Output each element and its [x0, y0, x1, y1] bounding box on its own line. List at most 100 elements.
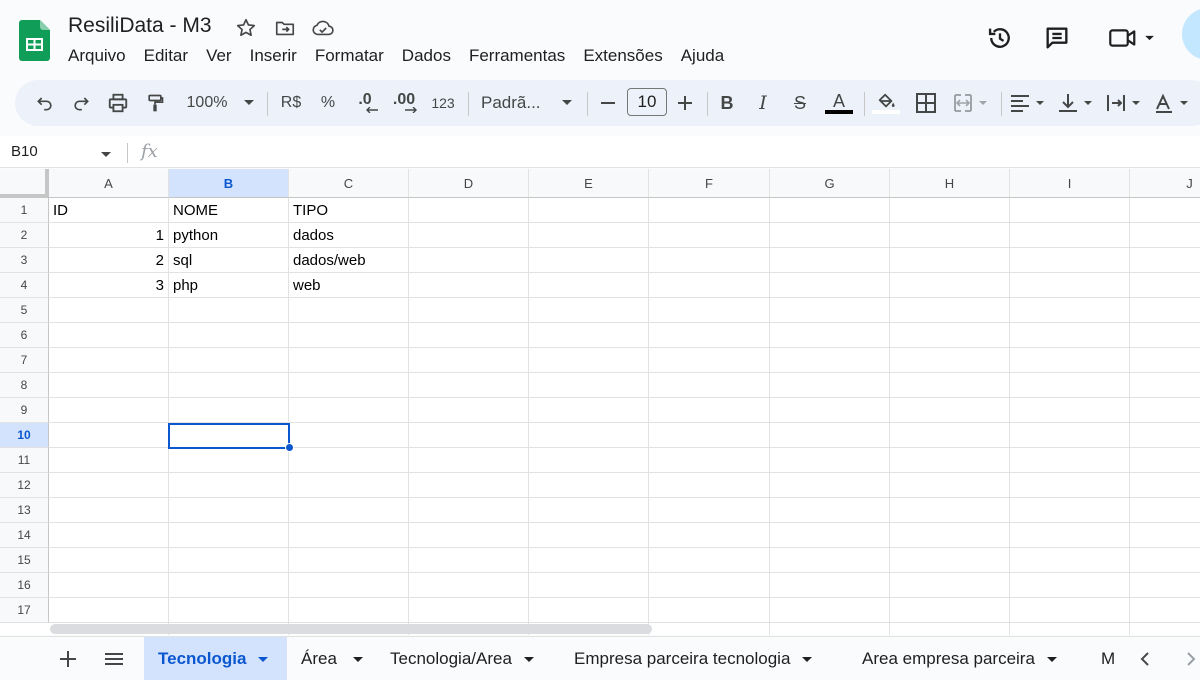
row-header-6[interactable]: 6: [0, 323, 49, 348]
font-size-input[interactable]: 10: [627, 88, 667, 116]
sheet-tab-tecnologia[interactable]: Tecnologia: [144, 637, 287, 680]
merge-cells-icon[interactable]: [951, 80, 995, 126]
menu-inserir[interactable]: Inserir: [250, 44, 306, 68]
row-header-3[interactable]: 3: [0, 248, 49, 273]
row-header-12[interactable]: 12: [0, 473, 49, 498]
fill-handle[interactable]: [285, 443, 294, 452]
row-header-7[interactable]: 7: [0, 348, 49, 373]
sheet-tab-m[interactable]: M: [1088, 637, 1118, 680]
percent-format-button[interactable]: %: [315, 80, 341, 126]
cell-a3[interactable]: 2: [49, 248, 168, 273]
row-header-16[interactable]: 16: [0, 573, 49, 598]
name-box-dropdown-icon[interactable]: [101, 145, 111, 163]
menu-formatar[interactable]: Formatar: [315, 44, 393, 68]
zoom-value[interactable]: 100%: [181, 80, 233, 126]
move-to-folder-icon[interactable]: [273, 16, 297, 40]
tab-menu-icon[interactable]: [523, 656, 534, 662]
tab-menu-icon[interactable]: [258, 656, 269, 662]
cell-c4[interactable]: web: [289, 273, 408, 298]
font-family-dropdown-icon[interactable]: [559, 80, 575, 126]
cell-c2[interactable]: dados: [289, 223, 408, 248]
vertical-align-icon[interactable]: [1057, 80, 1097, 126]
cell-b2[interactable]: python: [169, 223, 288, 248]
scroll-left-icon[interactable]: [1130, 637, 1160, 680]
bold-button[interactable]: B: [715, 80, 739, 126]
increase-font-size-icon[interactable]: [674, 80, 696, 126]
redo-icon[interactable]: [67, 80, 95, 126]
document-title[interactable]: ResiliData - M3: [68, 14, 212, 38]
cell-a2[interactable]: 1: [49, 223, 168, 248]
print-icon[interactable]: [104, 80, 132, 126]
column-header-a[interactable]: A: [49, 169, 169, 198]
menu-dados[interactable]: Dados: [402, 44, 460, 68]
font-family-select[interactable]: Padrã...: [481, 80, 545, 126]
row-header-14[interactable]: 14: [0, 523, 49, 548]
column-header-j[interactable]: J: [1130, 169, 1200, 198]
borders-icon[interactable]: [913, 80, 939, 126]
column-header-e[interactable]: E: [529, 169, 649, 198]
name-box[interactable]: B10: [11, 143, 38, 160]
cell-b4[interactable]: php: [169, 273, 288, 298]
version-history-icon[interactable]: [984, 22, 1016, 54]
row-header-5[interactable]: 5: [0, 298, 49, 323]
active-cell-selection[interactable]: [168, 423, 290, 449]
zoom-dropdown-icon[interactable]: [241, 80, 257, 126]
decrease-font-size-icon[interactable]: [597, 80, 619, 126]
undo-icon[interactable]: [31, 80, 59, 126]
row-header-10[interactable]: 10: [0, 423, 49, 448]
row-header-11[interactable]: 11: [0, 448, 49, 473]
row-header-13[interactable]: 13: [0, 498, 49, 523]
tab-menu-icon[interactable]: [1046, 656, 1057, 662]
column-header-d[interactable]: D: [409, 169, 529, 198]
number-format-button[interactable]: 123: [427, 80, 459, 126]
cell-a1[interactable]: ID: [49, 198, 168, 223]
sheet-tab-tecnologia-area[interactable]: Tecnologia/Area: [377, 637, 557, 680]
menu-ferramentas[interactable]: Ferramentas: [469, 44, 574, 68]
cloud-saved-icon[interactable]: [311, 16, 335, 40]
row-header-1[interactable]: 1: [0, 198, 49, 223]
row-header-4[interactable]: 4: [0, 273, 49, 298]
tab-menu-icon[interactable]: [352, 656, 363, 662]
row-header-9[interactable]: 9: [0, 398, 49, 423]
share-button[interactable]: [1182, 8, 1200, 60]
comments-icon[interactable]: [1041, 22, 1073, 54]
strikethrough-button[interactable]: S: [788, 80, 812, 126]
italic-button[interactable]: I: [751, 80, 775, 126]
text-color-button[interactable]: A: [825, 80, 853, 126]
sheet-tab-empresa-parceira-tecnologia[interactable]: Empresa parceira tecnologia: [561, 637, 851, 680]
menu-editar[interactable]: Editar: [144, 44, 197, 68]
column-header-i[interactable]: I: [1010, 169, 1130, 198]
menu-extensoes[interactable]: Extensões: [583, 44, 671, 68]
menu-ver[interactable]: Ver: [206, 44, 241, 68]
menu-arquivo[interactable]: Arquivo: [68, 44, 135, 68]
column-header-g[interactable]: G: [770, 169, 890, 198]
fill-color-icon[interactable]: [871, 80, 901, 126]
text-rotation-icon[interactable]: [1153, 80, 1193, 126]
column-header-c[interactable]: C: [289, 169, 409, 198]
currency-format-button[interactable]: R$: [277, 80, 305, 126]
horizontal-align-icon[interactable]: [1009, 80, 1049, 126]
cell-b1[interactable]: NOME: [169, 198, 288, 223]
cell-c1[interactable]: TIPO: [289, 198, 408, 223]
star-icon[interactable]: [234, 16, 258, 40]
horizontal-scrollbar[interactable]: [50, 624, 652, 634]
cell-b3[interactable]: sql: [169, 248, 288, 273]
paint-format-icon[interactable]: [141, 80, 169, 126]
column-header-f[interactable]: F: [649, 169, 770, 198]
sheets-logo-icon[interactable]: [19, 20, 50, 61]
row-header-15[interactable]: 15: [0, 548, 49, 573]
all-sheets-icon[interactable]: [99, 637, 129, 680]
decrease-decimals-button[interactable]: .0: [351, 80, 379, 126]
menu-ajuda[interactable]: Ajuda: [681, 44, 733, 68]
column-header-b[interactable]: B: [169, 169, 289, 198]
cell-a4[interactable]: 3: [49, 273, 168, 298]
increase-decimals-button[interactable]: .00: [389, 80, 419, 126]
spreadsheet-grid[interactable]: A B C D E F G H I J 1 2 3 4 5 6 7 8 9 10…: [0, 169, 1200, 635]
row-header-8[interactable]: 8: [0, 373, 49, 398]
cell-c3[interactable]: dados/web: [289, 248, 408, 273]
scroll-right-icon[interactable]: [1176, 637, 1200, 680]
select-all-corner[interactable]: [0, 169, 49, 198]
text-wrap-icon[interactable]: [1105, 80, 1145, 126]
row-header-2[interactable]: 2: [0, 223, 49, 248]
column-header-h[interactable]: H: [890, 169, 1010, 198]
